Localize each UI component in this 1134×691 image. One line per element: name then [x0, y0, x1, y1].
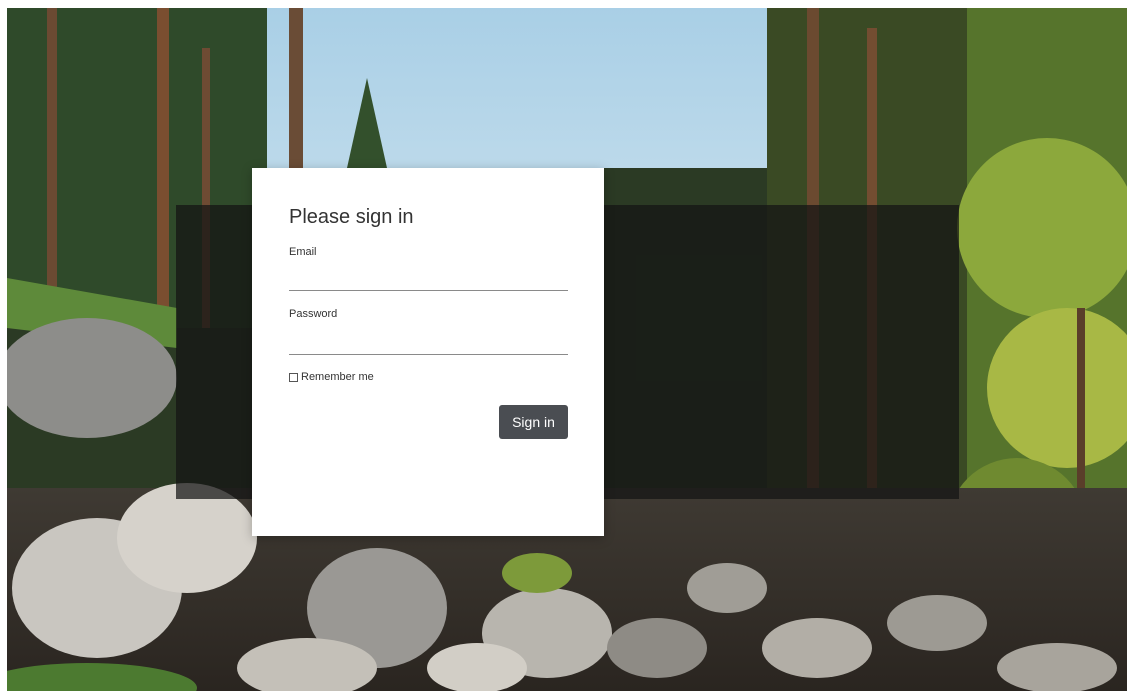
password-input[interactable]: [289, 332, 568, 355]
email-input[interactable]: [289, 268, 568, 291]
sign-in-card: Please sign in Email Password Remember m…: [252, 168, 604, 536]
remember-me-label: Remember me: [301, 371, 374, 383]
sign-in-title: Please sign in: [289, 206, 414, 228]
email-label: Email: [289, 246, 317, 258]
remember-me-row[interactable]: Remember me: [289, 371, 374, 383]
page-frame: Please sign in Email Password Remember m…: [7, 8, 1127, 691]
sign-in-button[interactable]: Sign in: [499, 405, 568, 439]
remember-me-checkbox[interactable]: [289, 372, 298, 382]
password-label: Password: [289, 308, 338, 320]
